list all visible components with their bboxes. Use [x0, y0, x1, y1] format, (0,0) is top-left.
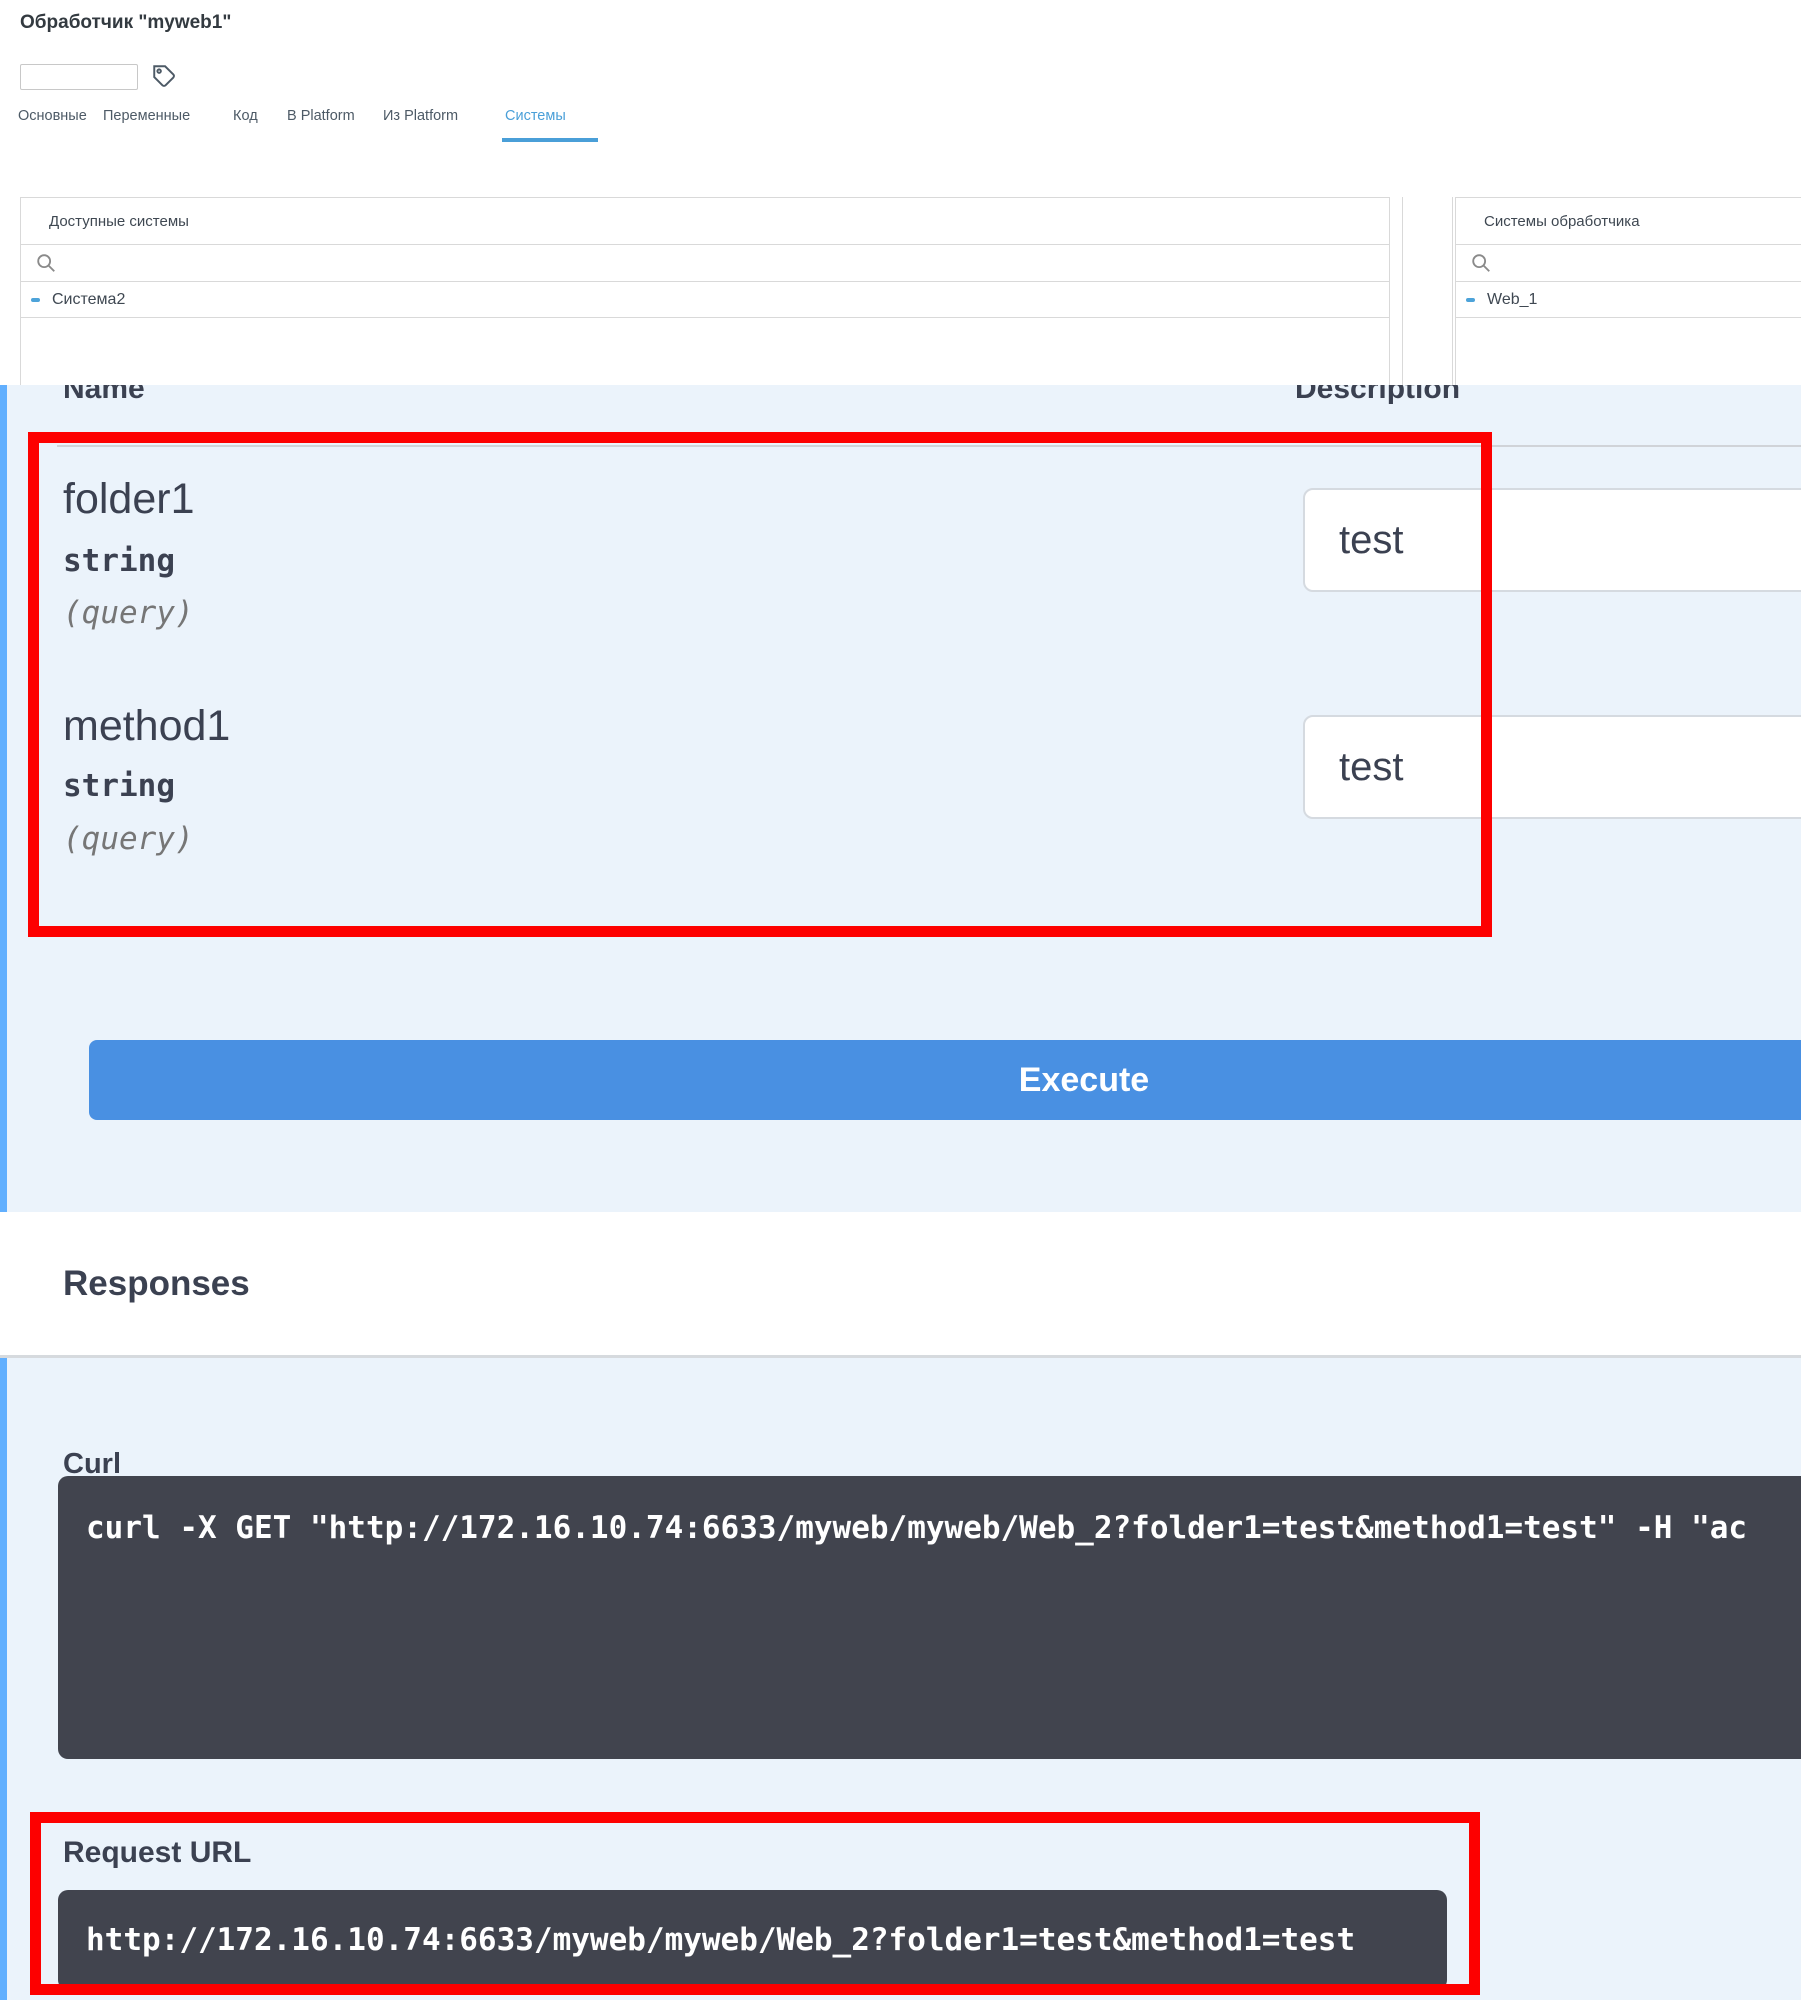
page-title: Обработчик "myweb1": [20, 12, 231, 34]
transfer-column: [1402, 197, 1453, 385]
list-item-sistema2[interactable]: Система2: [21, 282, 1389, 318]
tab-iz-platform[interactable]: Из Platform: [383, 108, 458, 124]
responses-section: Curl curl -X GET "http://172.16.10.74:66…: [0, 1358, 1801, 2000]
tab-peremennye[interactable]: Переменные: [103, 108, 190, 124]
tab-v-platform[interactable]: В Platform: [287, 108, 355, 124]
item-bullet-icon: [1466, 298, 1475, 302]
column-header-description: Description: [1295, 385, 1460, 406]
list-item-label: Система2: [52, 291, 125, 309]
request-url-block[interactable]: http://172.16.10.74:6633/myweb/myweb/Web…: [58, 1890, 1447, 1990]
responses-header: Responses: [0, 1212, 1801, 1358]
available-systems-title: Доступные системы: [21, 198, 1389, 245]
tab-osnovnye[interactable]: Основные: [18, 108, 87, 124]
tab-kod[interactable]: Код: [233, 108, 258, 124]
active-tab-underline: [502, 138, 598, 142]
execute-button[interactable]: Execute: [89, 1040, 1801, 1120]
curl-command-block[interactable]: curl -X GET "http://172.16.10.74:6633/my…: [58, 1476, 1801, 1759]
method-color-border: [0, 1358, 7, 2000]
handler-systems-title: Системы обработчика: [1456, 198, 1801, 245]
handler-systems-panel: Системы обработчика Web_1: [1455, 197, 1801, 385]
param-type-folder1: string: [63, 543, 175, 579]
available-systems-panel: Доступные системы Система2: [20, 197, 1390, 385]
tab-sistemy[interactable]: Системы: [505, 108, 566, 124]
param-name-folder1: folder1: [63, 475, 194, 524]
tag-icon[interactable]: [148, 60, 180, 92]
available-systems-search[interactable]: [21, 245, 1389, 282]
responses-title: Responses: [63, 1264, 250, 1304]
list-item-web1[interactable]: Web_1: [1456, 282, 1801, 318]
column-header-name: Name: [63, 385, 145, 406]
method-color-border: [0, 385, 7, 1212]
request-url-label: Request URL: [63, 1836, 251, 1870]
item-bullet-icon: [31, 298, 40, 302]
param-value-input-folder1[interactable]: [1303, 488, 1801, 592]
search-icon: [35, 252, 57, 274]
list-item-label: Web_1: [1487, 291, 1537, 309]
curl-command-text: curl -X GET "http://172.16.10.74:6633/my…: [58, 1476, 1801, 1546]
param-type-method1: string: [63, 768, 175, 804]
parameters-section: Name Description folder1 string (query) …: [0, 385, 1801, 1212]
search-icon: [1470, 252, 1492, 274]
handler-page: Обработчик "myweb1" Основные Переменные …: [0, 0, 1801, 2000]
request-url-text: http://172.16.10.74:6633/myweb/myweb/Web…: [58, 1922, 1355, 1958]
param-location-method1: (query): [63, 821, 194, 857]
handler-systems-search[interactable]: [1456, 245, 1801, 282]
tag-input[interactable]: [20, 64, 138, 90]
table-header-divider: [57, 445, 1801, 447]
param-name-method1: method1: [63, 702, 230, 751]
param-location-folder1: (query): [63, 595, 194, 631]
param-value-input-method1[interactable]: [1303, 715, 1801, 819]
